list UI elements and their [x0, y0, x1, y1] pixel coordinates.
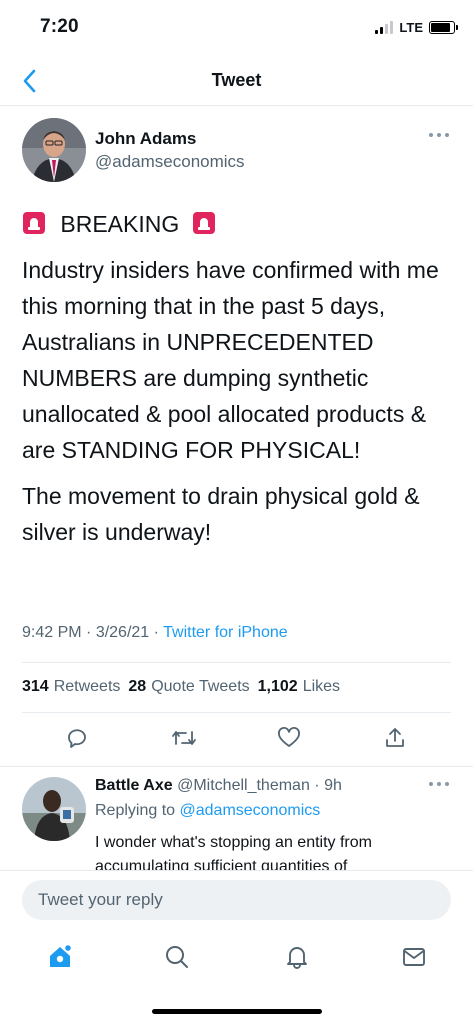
tweet-actions — [0, 722, 473, 758]
messages-icon — [403, 948, 425, 966]
reply-icon — [68, 729, 86, 748]
share-icon — [386, 728, 404, 747]
nav-bar: Tweet — [0, 58, 473, 106]
tab-search[interactable] — [162, 942, 192, 972]
breaking-line: BREAKING — [22, 206, 452, 242]
replying-to: Replying to @adamseconomics — [95, 802, 321, 819]
tweet-text: BREAKING Industry insiders have confirme… — [22, 206, 452, 560]
tab-notifications[interactable] — [282, 942, 312, 972]
search-icon — [166, 946, 188, 968]
tweet-stats: 314 Retweets 28 Quote Tweets 1,102 Likes — [22, 678, 340, 696]
compose-bar: Tweet your reply — [0, 870, 473, 930]
tweet-header: John Adams @adamseconomics — [22, 118, 453, 184]
status-time: 7:20 — [40, 16, 79, 37]
heart-icon — [278, 727, 300, 747]
tab-bar — [0, 934, 473, 984]
reply-input[interactable]: Tweet your reply — [22, 880, 451, 920]
tab-messages[interactable] — [399, 942, 429, 972]
divider — [22, 712, 451, 713]
retweet-icon — [172, 731, 196, 745]
reply-text: I wonder what's stopping an entity from … — [95, 834, 372, 870]
replying-to-mention[interactable]: @adamseconomics — [180, 802, 321, 819]
siren-icon — [192, 212, 215, 234]
author-name[interactable]: John Adams — [95, 129, 196, 149]
tweet-meta: 9:42 PM · 3/26/21 · Twitter for iPhone — [22, 624, 288, 641]
author-avatar[interactable] — [22, 118, 86, 182]
retweets-stat[interactable]: 314 Retweets — [22, 678, 120, 696]
author-handle[interactable]: @adamseconomics — [95, 152, 245, 172]
tweet-paragraph: Industry insiders have confirmed with me… — [22, 257, 439, 463]
battery-icon — [429, 21, 458, 34]
more-options-icon[interactable] — [427, 779, 451, 789]
home-icon — [50, 943, 73, 967]
reply-author-handle[interactable]: @Mitchell_theman — [177, 777, 310, 794]
like-button[interactable] — [275, 724, 303, 752]
reply-author-name[interactable]: Battle Axe — [95, 777, 173, 794]
page-title: Tweet — [211, 70, 262, 90]
quote-tweets-stat[interactable]: 28 Quote Tweets — [128, 678, 249, 696]
divider — [22, 662, 451, 663]
tweet-source[interactable]: Twitter for iPhone — [163, 624, 288, 641]
tweet-time: 9:42 PM — [22, 624, 82, 641]
likes-stat[interactable]: 1,102 Likes — [258, 678, 340, 696]
breaking-text: BREAKING — [60, 211, 180, 237]
more-options-icon[interactable] — [427, 130, 451, 140]
notifications-icon — [287, 947, 307, 969]
network-label: LTE — [399, 20, 423, 35]
reply-time: 9h — [324, 777, 342, 794]
reply-tweet[interactable]: Battle Axe @Mitchell_theman · 9h Replyin… — [0, 766, 473, 870]
tweet-paragraph: The movement to drain physical gold & si… — [22, 483, 420, 545]
reply-button[interactable] — [63, 724, 91, 752]
status-bar: 7:20 LTE — [0, 0, 473, 58]
retweet-button[interactable] — [170, 724, 198, 752]
siren-icon — [23, 212, 45, 234]
share-button[interactable] — [381, 724, 409, 752]
signal-icon — [375, 21, 394, 34]
tweet-date: 3/26/21 — [95, 624, 150, 641]
status-indicators: LTE — [375, 20, 458, 35]
home-indicator — [152, 1009, 322, 1014]
reply-avatar[interactable] — [22, 777, 86, 841]
reply-header: Battle Axe @Mitchell_theman · 9h — [95, 777, 342, 794]
tab-home[interactable] — [45, 942, 75, 972]
